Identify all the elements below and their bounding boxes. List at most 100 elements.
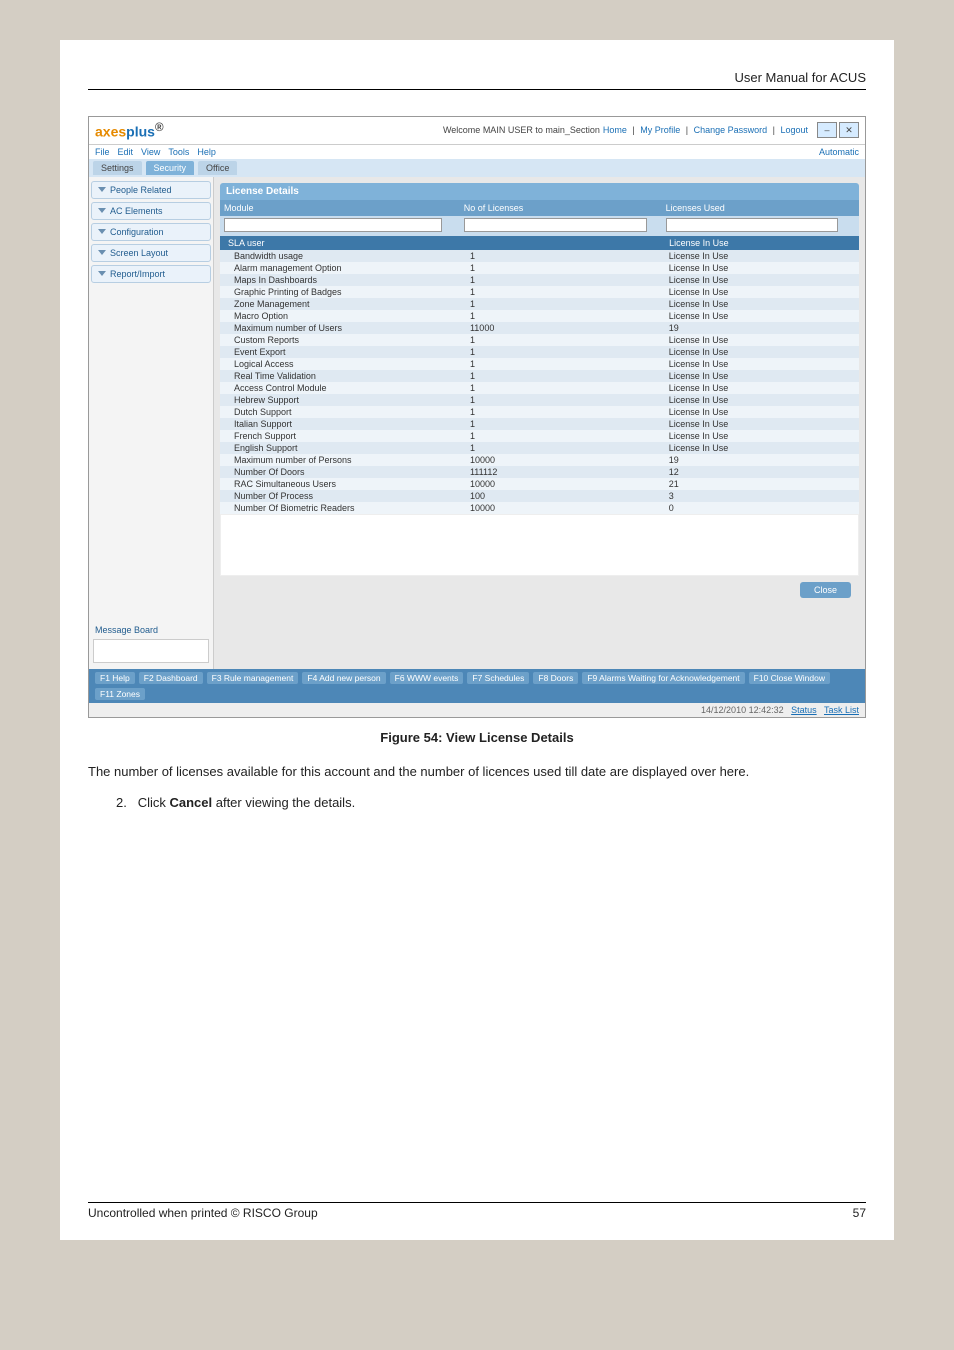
titlebar: axesplus® Welcome MAIN USER to main_Sect… (89, 117, 865, 145)
col-used: Licenses Used (666, 203, 855, 213)
table-row[interactable]: RAC Simultaneous Users1000021 (220, 478, 859, 490)
cell-licenses: 1 (470, 275, 669, 285)
table-row[interactable]: Number Of Doors11111212 (220, 466, 859, 478)
cell-licenses: 10000 (470, 503, 669, 513)
f1[interactable]: F1 Help (95, 672, 135, 684)
tasklist-link[interactable]: Task List (824, 705, 859, 715)
f10[interactable]: F10 Close Window (749, 672, 830, 684)
table-row[interactable]: Custom Reports1License In Use (220, 334, 859, 346)
menu-help[interactable]: Help (197, 147, 216, 157)
profile-link[interactable]: My Profile (640, 125, 680, 135)
cell-used: License In Use (669, 287, 855, 297)
cell-licenses: 10000 (470, 455, 669, 465)
table-row[interactable]: French Support1License In Use (220, 430, 859, 442)
filter-module[interactable] (224, 218, 442, 232)
table-row[interactable]: Maximum number of Users1100019 (220, 322, 859, 334)
page-footer: Uncontrolled when printed © RISCO Group … (88, 1202, 866, 1220)
menu-edit[interactable]: Edit (118, 147, 134, 157)
chevron-down-icon (98, 208, 106, 213)
table-row[interactable]: Dutch Support1License In Use (220, 406, 859, 418)
changepw-link[interactable]: Change Password (694, 125, 768, 135)
cell-licenses: 1 (470, 371, 669, 381)
cell-licenses: 1 (470, 383, 669, 393)
cell-licenses: 10000 (470, 479, 669, 489)
cell-used: License In Use (669, 407, 855, 417)
menubar: File Edit View Tools Help Automatic (89, 145, 865, 159)
close-icon[interactable]: ✕ (839, 122, 859, 138)
automatic-label: Automatic (819, 147, 859, 157)
f9[interactable]: F9 Alarms Waiting for Acknowledgement (582, 672, 744, 684)
menu-file[interactable]: File (95, 147, 110, 157)
table-row[interactable]: Graphic Printing of Badges1License In Us… (220, 286, 859, 298)
message-board-box[interactable] (93, 639, 209, 663)
table-row[interactable]: Number Of Process1003 (220, 490, 859, 502)
table-row[interactable]: English Support1License In Use (220, 442, 859, 454)
cell-module: Maximum number of Users (234, 323, 470, 333)
sidebar-item-ac[interactable]: AC Elements (91, 202, 211, 220)
table-row[interactable]: Italian Support1License In Use (220, 418, 859, 430)
f7[interactable]: F7 Schedules (467, 672, 529, 684)
cell-used: 0 (669, 503, 855, 513)
minimize-icon[interactable]: – (817, 122, 837, 138)
fkey-bar: F1 Help F2 Dashboard F3 Rule management … (89, 669, 865, 703)
cell-used: 19 (669, 455, 855, 465)
table-row[interactable]: Zone Management1License In Use (220, 298, 859, 310)
filter-used[interactable] (666, 218, 838, 232)
cell-licenses: 1 (470, 263, 669, 273)
col-module: Module (224, 203, 464, 213)
f8[interactable]: F8 Doors (533, 672, 578, 684)
footer-right: 57 (853, 1206, 866, 1220)
f11[interactable]: F11 Zones (95, 688, 145, 700)
table-row[interactable]: Bandwidth usage1License In Use (220, 250, 859, 262)
cell-used: License In Use (669, 419, 855, 429)
cell-used: License In Use (669, 383, 855, 393)
rows-container: Bandwidth usage1License In UseAlarm mana… (220, 250, 859, 514)
f6[interactable]: F6 WWW events (390, 672, 464, 684)
chevron-down-icon (98, 271, 106, 276)
home-link[interactable]: Home (603, 125, 627, 135)
tab-security[interactable]: Security (146, 161, 195, 175)
cell-used: License In Use (669, 275, 855, 285)
logout-link[interactable]: Logout (780, 125, 808, 135)
cell-used: License In Use (669, 395, 855, 405)
cell-module: Number Of Biometric Readers (234, 503, 470, 513)
cell-module: English Support (234, 443, 470, 453)
cell-module: Number Of Doors (234, 467, 470, 477)
status-link[interactable]: Status (791, 705, 817, 715)
cell-used: License In Use (669, 311, 855, 321)
filter-licenses[interactable] (464, 218, 648, 232)
column-headers: Module No of Licenses Licenses Used (220, 200, 859, 216)
cell-licenses: 1 (470, 347, 669, 357)
table-row[interactable]: Hebrew Support1License In Use (220, 394, 859, 406)
tab-settings[interactable]: Settings (93, 161, 142, 175)
table-row[interactable]: Alarm management Option1License In Use (220, 262, 859, 274)
close-button[interactable]: Close (800, 582, 851, 598)
table-row[interactable]: Real Time Validation1License In Use (220, 370, 859, 382)
sidebar-item-config[interactable]: Configuration (91, 223, 211, 241)
cell-used: License In Use (669, 443, 855, 453)
f4[interactable]: F4 Add new person (302, 672, 385, 684)
f2[interactable]: F2 Dashboard (139, 672, 203, 684)
menu-tools[interactable]: Tools (168, 147, 189, 157)
table-row[interactable]: Macro Option1License In Use (220, 310, 859, 322)
menu-view[interactable]: View (141, 147, 160, 157)
table-row[interactable]: Maximum number of Persons1000019 (220, 454, 859, 466)
table-row[interactable]: Access Control Module1License In Use (220, 382, 859, 394)
tab-office[interactable]: Office (198, 161, 237, 175)
cell-module: Dutch Support (234, 407, 470, 417)
cell-module: French Support (234, 431, 470, 441)
cell-module: Macro Option (234, 311, 470, 321)
table-row[interactable]: Number Of Biometric Readers100000 (220, 502, 859, 514)
cell-licenses: 1 (470, 443, 669, 453)
table-row[interactable]: Event Export1License In Use (220, 346, 859, 358)
cell-module: Hebrew Support (234, 395, 470, 405)
f3[interactable]: F3 Rule management (207, 672, 299, 684)
table-row[interactable]: Logical Access1License In Use (220, 358, 859, 370)
sidebar-item-people[interactable]: People Related (91, 181, 211, 199)
cell-used: 19 (669, 323, 855, 333)
cell-used: License In Use (669, 251, 855, 261)
cell-module: Italian Support (234, 419, 470, 429)
sidebar-item-screen[interactable]: Screen Layout (91, 244, 211, 262)
sidebar-item-report[interactable]: Report/Import (91, 265, 211, 283)
table-row[interactable]: Maps In Dashboards1License In Use (220, 274, 859, 286)
